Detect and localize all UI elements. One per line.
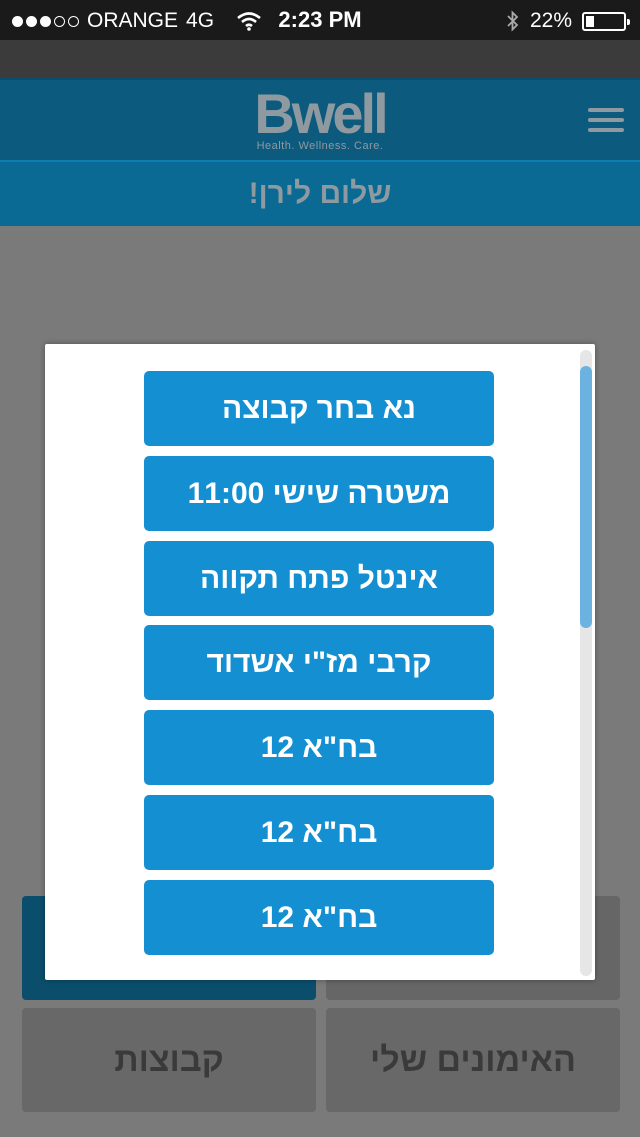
- battery-tip: [627, 18, 630, 25]
- my-trainings-tile-label: האימונים שלי: [370, 1040, 576, 1079]
- status-right: 22%: [506, 9, 630, 33]
- scrollbar-thumb[interactable]: [580, 366, 592, 628]
- bwell-logo: Bwell Health. Wellness. Care.: [0, 82, 640, 153]
- status-bar: ORANGE 4G 2:23 PM 22%: [0, 0, 640, 40]
- option-group[interactable]: בח"א 12: [144, 795, 494, 870]
- greeting-bar: שלום לירן!: [0, 160, 640, 226]
- battery-icon: [582, 11, 630, 31]
- groups-tile[interactable]: קבוצות: [22, 1008, 316, 1112]
- option-group[interactable]: קרבי מז"י אשדוד: [144, 625, 494, 700]
- app-header: Bwell Health. Wellness. Care.: [0, 78, 640, 160]
- groups-tile-label: קבוצות: [114, 1040, 224, 1079]
- option-group[interactable]: אינטל פתח תקווה: [144, 541, 494, 616]
- battery-level: [586, 15, 594, 27]
- hamburger-menu-icon[interactable]: [588, 108, 624, 134]
- menu-line: [588, 118, 624, 122]
- option-group[interactable]: בח"א 12: [144, 880, 494, 955]
- menu-line: [588, 108, 624, 112]
- my-trainings-tile[interactable]: האימונים שלי: [326, 1008, 620, 1112]
- logo-tagline: Health. Wellness. Care.: [256, 140, 384, 152]
- top-strip: [0, 40, 640, 78]
- battery-percent: 22%: [529, 9, 572, 32]
- logo-wordmark: Bwell: [254, 82, 388, 145]
- option-group[interactable]: בח"א 12: [144, 710, 494, 785]
- menu-line: [588, 128, 624, 132]
- option-choose-group[interactable]: נא בחר קבוצה: [144, 371, 494, 446]
- group-picker-modal: נא בחר קבוצה משטרה שישי 11:00 אינטל פתח …: [45, 344, 595, 980]
- option-group[interactable]: משטרה שישי 11:00: [144, 456, 494, 531]
- bluetooth-icon: [507, 10, 519, 32]
- greeting-text: שלום לירן!: [248, 177, 392, 210]
